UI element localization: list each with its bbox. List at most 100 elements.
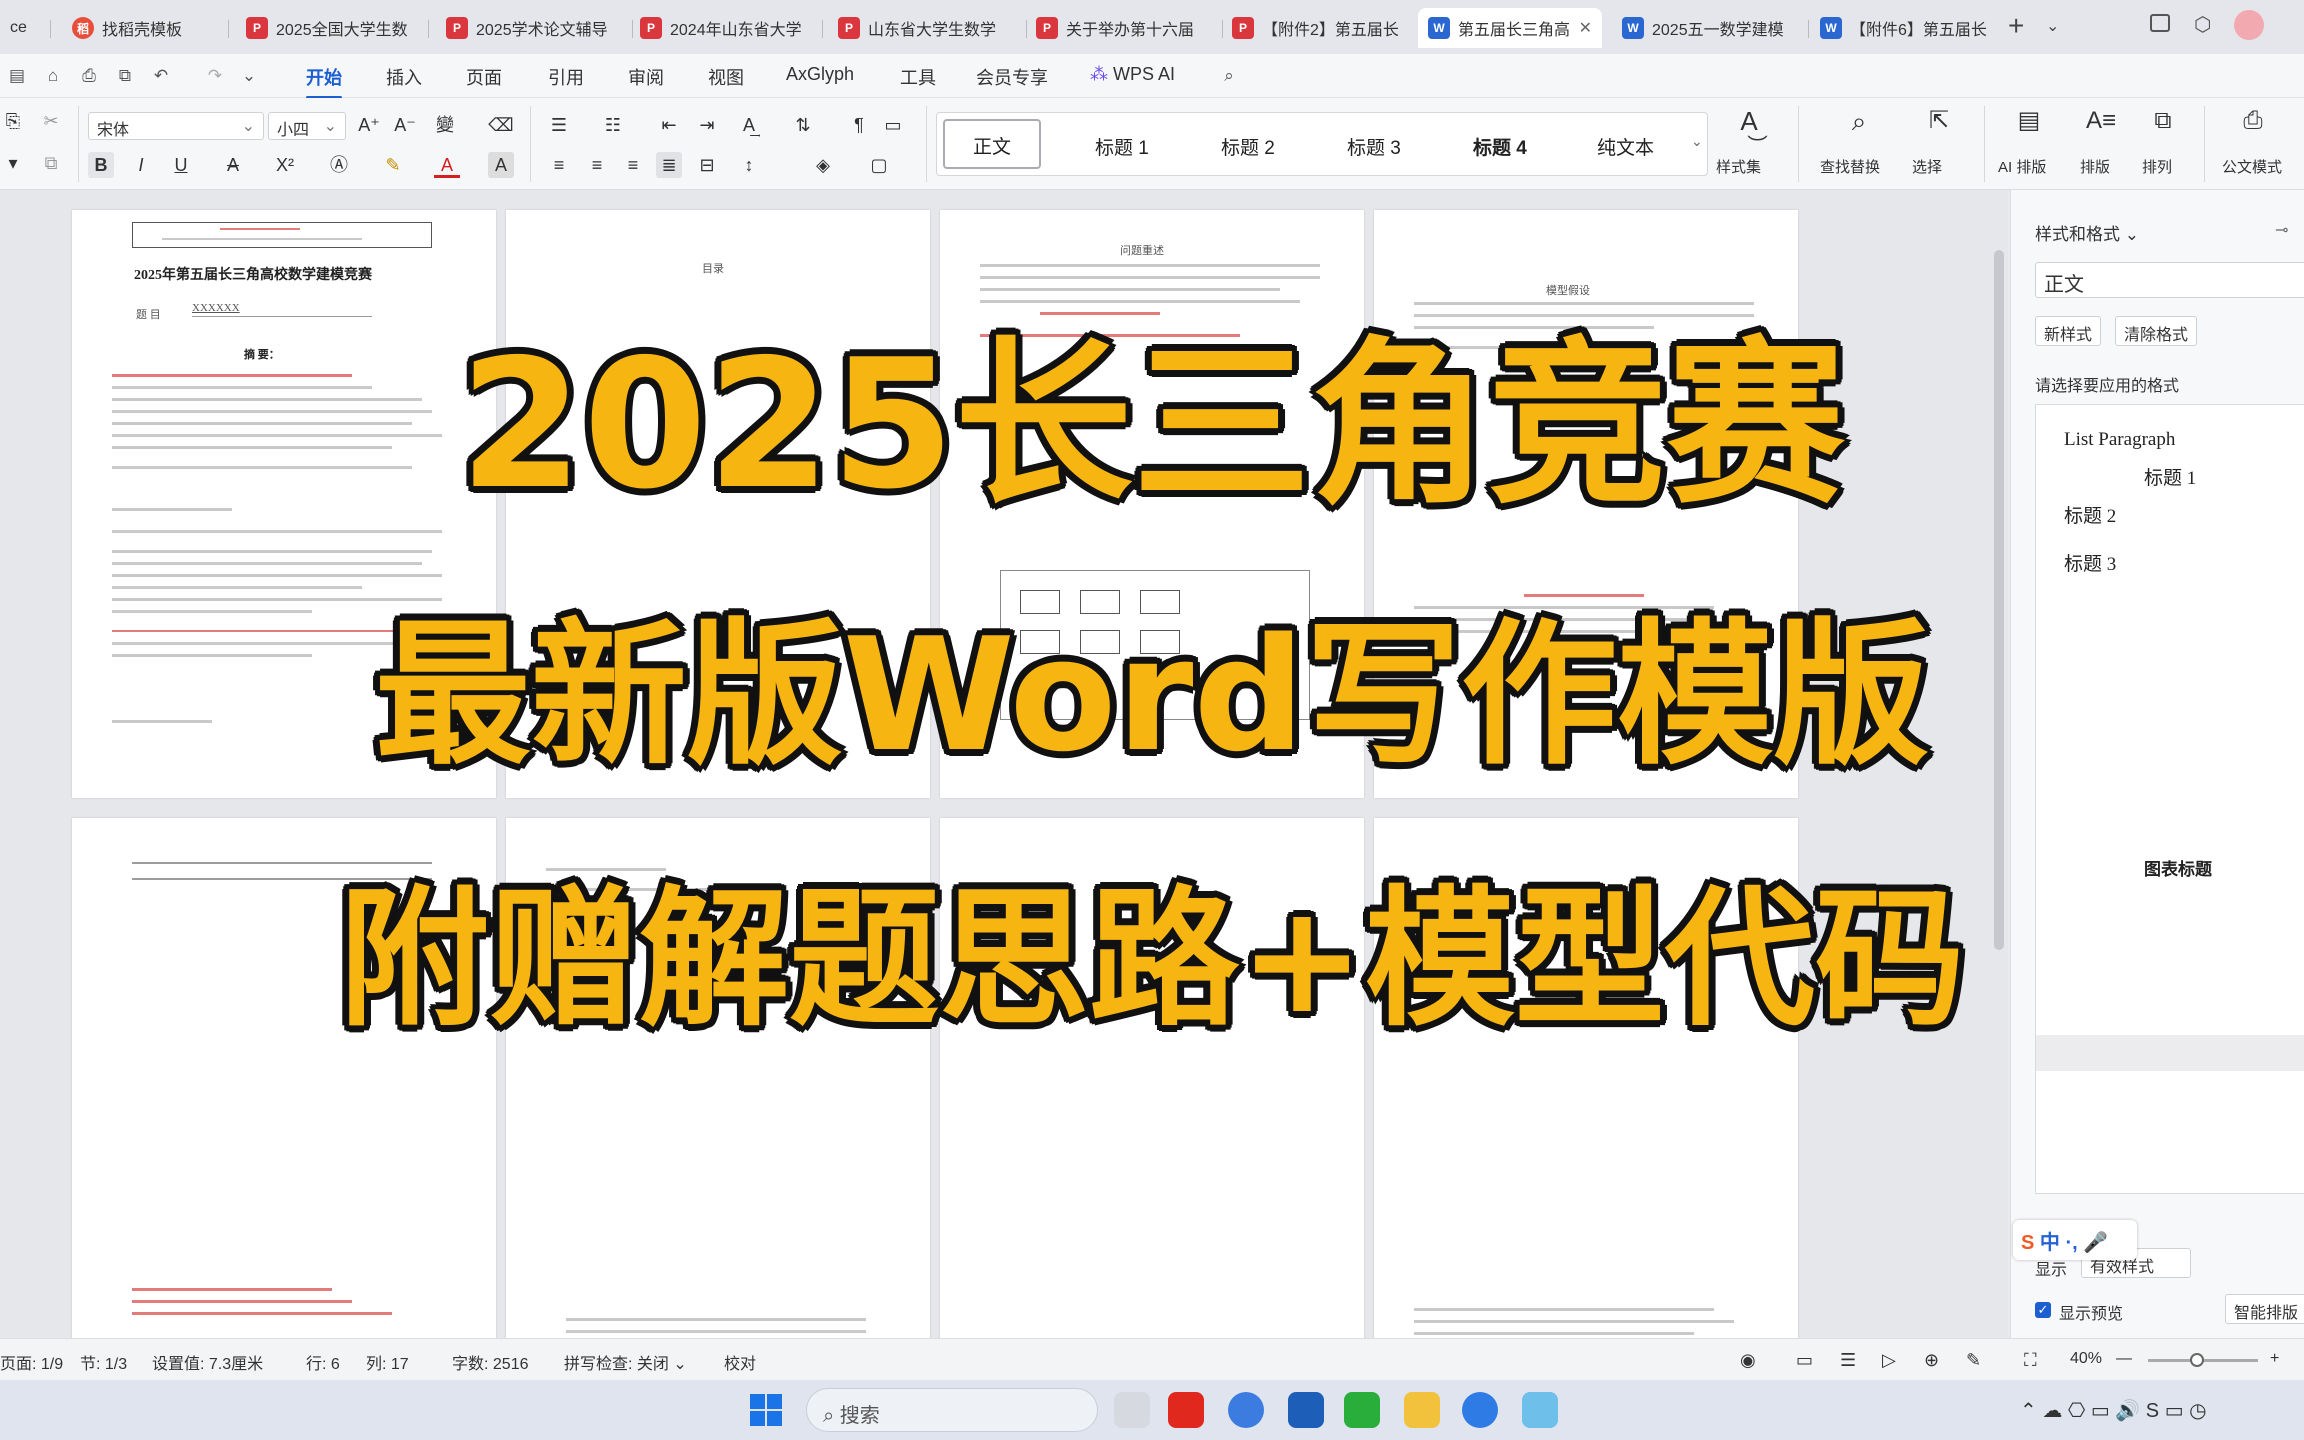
- align-center-icon[interactable]: ≡: [584, 152, 610, 178]
- undo-icon[interactable]: ↶: [152, 67, 170, 85]
- layout-label[interactable]: 排版: [2080, 156, 2110, 177]
- chevron-down-icon[interactable]: ⌄: [1691, 133, 1703, 150]
- borders-icon[interactable]: ▢: [866, 152, 892, 178]
- style-plain-text[interactable]: 纯文本: [1597, 133, 1654, 160]
- tab-1[interactable]: 稻找稻壳模板: [62, 8, 222, 48]
- cube-icon[interactable]: ⬡: [2194, 12, 2211, 37]
- redo-icon[interactable]: ↷: [206, 67, 224, 85]
- print-preview-icon[interactable]: ⧉: [116, 67, 134, 85]
- current-style-field[interactable]: 正文: [2035, 262, 2304, 298]
- cut-icon[interactable]: ✂: [38, 108, 64, 134]
- pen-icon[interactable]: ✎: [1966, 1350, 1981, 1371]
- status-section[interactable]: 节: 1/3: [80, 1350, 127, 1374]
- char-shading-icon[interactable]: A: [488, 152, 514, 178]
- ai-layout-icon[interactable]: ▤: [2016, 108, 2042, 134]
- ai-layout-label[interactable]: AI 排版: [1998, 156, 2046, 177]
- align-right-icon[interactable]: ≡: [620, 152, 646, 178]
- pin-icon[interactable]: ⊸: [2275, 220, 2288, 240]
- outline-view-icon[interactable]: ☰: [1840, 1350, 1856, 1371]
- menu-review[interactable]: 审阅: [628, 64, 664, 90]
- style-set-label[interactable]: 样式集: [1716, 156, 1761, 177]
- bullets-icon[interactable]: ☰: [546, 112, 572, 138]
- table-border-icon[interactable]: ▭: [880, 112, 906, 138]
- xmind-icon[interactable]: [1288, 1392, 1324, 1428]
- tab-4[interactable]: P 2024年山东省大学: [630, 8, 820, 48]
- taskbar-search[interactable]: ⌕ 搜索: [806, 1388, 1098, 1432]
- status-page[interactable]: 页面: 1/9: [0, 1350, 63, 1374]
- new-tab-icon[interactable]: +: [2008, 10, 2024, 42]
- italic-icon[interactable]: I: [128, 152, 154, 178]
- tab-2[interactable]: P 2025全国大学生数: [236, 8, 422, 48]
- style-set-icon[interactable]: A͜: [1736, 108, 1762, 134]
- shrink-font-icon[interactable]: A⁻: [392, 112, 418, 138]
- pinyin-icon[interactable]: 變: [432, 112, 458, 138]
- line-spacing-icon[interactable]: ↕: [736, 152, 762, 178]
- zoom-slider-thumb[interactable]: [2190, 1353, 2204, 1367]
- style-list-heading-3[interactable]: 标题 3: [2064, 549, 2116, 576]
- menu-view[interactable]: 视图: [708, 64, 744, 90]
- decrease-indent-icon[interactable]: ⇤: [656, 112, 682, 138]
- tab-9[interactable]: W 2025五一数学建模: [1612, 8, 1806, 48]
- text-effect-icon[interactable]: Ⓐ: [326, 152, 352, 178]
- style-heading-4[interactable]: 标题 4: [1473, 133, 1527, 160]
- font-size-select[interactable]: 小四 ⌄: [268, 112, 346, 140]
- tab-8[interactable]: W 第五届长三角高 ✕: [1418, 8, 1602, 48]
- strikethrough-icon[interactable]: A: [220, 152, 246, 178]
- underline-icon[interactable]: U: [168, 152, 194, 178]
- zoom-in-icon[interactable]: +: [2270, 1350, 2279, 1368]
- find-replace-label[interactable]: 查找替换: [1820, 156, 1880, 177]
- paste-icon[interactable]: ⎘: [0, 108, 26, 134]
- status-words[interactable]: 字数: 2516: [452, 1350, 529, 1374]
- style-list-caption[interactable]: 图表标题: [2144, 855, 2212, 880]
- close-icon[interactable]: ✕: [1579, 18, 1592, 38]
- web-view-icon[interactable]: ⊕: [1924, 1350, 1939, 1371]
- status-spell[interactable]: 拼写检查: 关闭 ⌄: [564, 1350, 687, 1374]
- select-label[interactable]: 选择: [1912, 156, 1942, 177]
- menu-references[interactable]: 引用: [548, 64, 584, 90]
- justify-icon[interactable]: ≣: [656, 152, 682, 178]
- ime-toolbar[interactable]: S 中 ·, 🎤: [2013, 1220, 2137, 1260]
- search-icon[interactable]: ⌕: [1220, 67, 1238, 85]
- official-doc-label[interactable]: 公文模式: [2222, 156, 2282, 177]
- fit-page-icon[interactable]: ⛶: [2024, 1350, 2037, 1371]
- menu-insert[interactable]: 插入: [386, 64, 422, 90]
- copy-icon[interactable]: ⧉: [38, 150, 64, 176]
- menu-wps-ai[interactable]: ⁂ WPS AI: [1090, 64, 1175, 85]
- char-direction-icon[interactable]: A͢: [736, 112, 762, 138]
- menu-member[interactable]: 会员专享: [976, 64, 1048, 90]
- window-restore-icon[interactable]: [2150, 14, 2170, 32]
- play-icon[interactable]: ▷: [1882, 1350, 1896, 1371]
- style-heading-1[interactable]: 标题 1: [1095, 133, 1149, 160]
- sogou-browser-icon[interactable]: [1228, 1392, 1264, 1428]
- tab-7[interactable]: P 【附件2】第五届长: [1222, 8, 1418, 48]
- app-icon[interactable]: [1522, 1392, 1558, 1428]
- tab-5[interactable]: P 山东省大学生数学: [828, 8, 1024, 48]
- menu-axglyph[interactable]: AxGlyph: [786, 64, 854, 85]
- file-explorer-icon[interactable]: [1404, 1392, 1440, 1428]
- eye-icon[interactable]: ◉: [1740, 1350, 1756, 1371]
- find-replace-icon[interactable]: ⌕: [1846, 108, 1872, 134]
- bold-icon[interactable]: B: [88, 152, 114, 178]
- menu-tools[interactable]: 工具: [900, 64, 936, 90]
- avatar[interactable]: [2234, 10, 2264, 40]
- smart-layout-button[interactable]: 智能排版: [2225, 1294, 2304, 1324]
- menu-home[interactable]: 开始: [306, 64, 342, 99]
- font-name-select[interactable]: 宋体 ⌄: [88, 112, 264, 140]
- print-icon[interactable]: ⎙: [80, 67, 98, 85]
- tab-0[interactable]: ce: [0, 8, 48, 48]
- wechat-icon[interactable]: [1344, 1392, 1380, 1428]
- chevron-down-icon[interactable]: ⌄: [240, 67, 258, 85]
- wps-icon[interactable]: [1168, 1392, 1204, 1428]
- menu-page[interactable]: 页面: [466, 64, 502, 90]
- arrange-icon[interactable]: ⧉: [2150, 108, 2176, 134]
- sort-icon[interactable]: ⇅: [790, 112, 816, 138]
- arrange-label[interactable]: 排列: [2142, 156, 2172, 177]
- tab-6[interactable]: P 关于举办第十六届: [1026, 8, 1220, 48]
- chat-icon[interactable]: [1462, 1392, 1498, 1428]
- style-normal[interactable]: 正文: [943, 119, 1041, 169]
- windows-start-icon[interactable]: [750, 1394, 782, 1426]
- layout-icon[interactable]: A≡: [2086, 108, 2116, 134]
- grow-font-icon[interactable]: A⁺: [356, 112, 382, 138]
- page-view-icon[interactable]: ▭: [1796, 1350, 1813, 1371]
- preview-checkbox[interactable]: ✓: [2035, 1302, 2051, 1318]
